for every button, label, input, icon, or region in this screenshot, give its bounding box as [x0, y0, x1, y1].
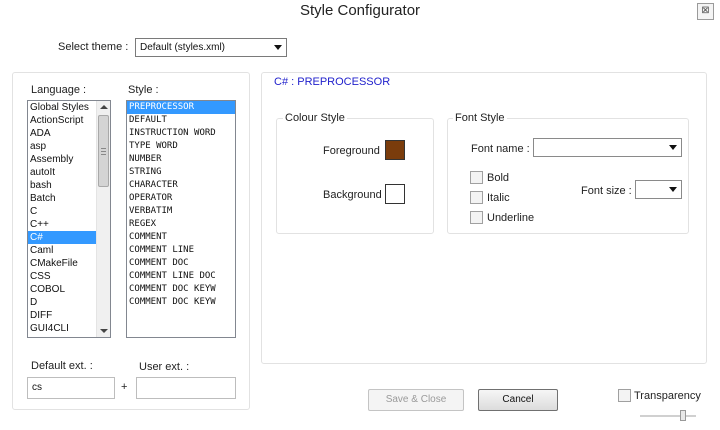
style-list-item[interactable]: PREPROCESSOR	[127, 101, 235, 114]
font-style-title: Font Style	[453, 112, 507, 124]
colour-style-title: Colour Style	[283, 112, 347, 124]
bold-label: Bold	[487, 172, 510, 184]
theme-dropdown-value: Default (styles.xml)	[140, 42, 226, 53]
underline-label: Underline	[487, 212, 535, 224]
select-theme-label: Select theme :	[58, 41, 129, 53]
style-list-item[interactable]: DEFAULT	[127, 114, 235, 127]
style-list[interactable]: PREPROCESSOR DEFAULT INSTRUCTION WORD TYPE …	[126, 100, 236, 338]
window-title: Style Configurator	[299, 2, 421, 19]
scroll-up-icon[interactable]	[100, 105, 108, 109]
italic-label: Italic	[487, 192, 510, 204]
style-list-item[interactable]: NUMBER	[127, 153, 235, 166]
background-color-swatch[interactable]	[385, 184, 405, 204]
user-ext-input[interactable]	[136, 377, 236, 399]
style-list-item[interactable]: COMMENT	[127, 231, 235, 244]
foreground-label: Foreground	[323, 145, 380, 157]
background-label: Background	[323, 189, 382, 201]
style-list-item[interactable]: TYPE WORD	[127, 140, 235, 153]
style-configurator-window: Style Configurator ⊠ Select theme : Defa…	[0, 0, 720, 430]
default-ext-field: cs	[27, 377, 115, 399]
language-label: Language :	[31, 84, 87, 96]
transparency-label: Transparency	[634, 390, 701, 402]
underline-checkbox[interactable]	[470, 211, 483, 224]
style-list-item[interactable]: CHARACTER	[127, 179, 235, 192]
transparency-slider-thumb[interactable]	[680, 410, 686, 421]
style-list-item[interactable]: COMMENT LINE DOC	[127, 270, 235, 283]
chevron-down-icon	[274, 45, 282, 50]
save-close-button[interactable]: Save & Close	[368, 389, 464, 411]
font-name-label: Font name :	[471, 143, 530, 155]
close-icon[interactable]: ⊠	[697, 3, 714, 20]
style-list-item[interactable]: OPERATOR	[127, 192, 235, 205]
style-list-item[interactable]: VERBATIM	[127, 205, 235, 218]
chevron-down-icon	[669, 187, 677, 192]
default-ext-label: Default ext. :	[31, 360, 93, 372]
style-items: PREPROCESSOR DEFAULT INSTRUCTION WORD TYPE …	[127, 101, 235, 309]
font-style-group	[447, 118, 689, 234]
grip-line	[101, 148, 106, 149]
chevron-down-icon	[669, 145, 677, 150]
italic-checkbox[interactable]	[470, 191, 483, 204]
style-list-item[interactable]: COMMENT DOC KEYW	[127, 283, 235, 296]
language-list[interactable]: Global Styles ActionScript ADA asp Assembly a…	[27, 100, 111, 338]
transparency-slider-track[interactable]	[640, 415, 696, 417]
cancel-button[interactable]: Cancel	[478, 389, 558, 411]
language-scrollbar[interactable]	[96, 101, 110, 337]
user-ext-label: User ext. :	[139, 361, 190, 373]
foreground-color-swatch[interactable]	[385, 140, 405, 160]
scroll-thumb[interactable]	[98, 115, 109, 187]
font-size-dropdown[interactable]	[635, 180, 682, 199]
font-name-dropdown[interactable]	[533, 138, 682, 157]
grip-line	[101, 154, 106, 155]
colour-style-group	[276, 118, 434, 234]
style-list-item[interactable]: REGEX	[127, 218, 235, 231]
transparency-checkbox[interactable]	[618, 389, 631, 402]
grip-line	[101, 151, 106, 152]
style-label: Style :	[128, 84, 159, 96]
font-size-label: Font size :	[581, 185, 632, 197]
section-title: C# : PREPROCESSOR	[274, 76, 391, 88]
theme-dropdown[interactable]: Default (styles.xml)	[135, 38, 287, 57]
style-list-item[interactable]: COMMENT LINE	[127, 244, 235, 257]
title-bar: Style Configurator ⊠	[0, 0, 720, 26]
scroll-down-icon[interactable]	[100, 329, 108, 333]
bold-checkbox[interactable]	[470, 171, 483, 184]
style-list-item[interactable]: INSTRUCTION WORD	[127, 127, 235, 140]
plus-sign: +	[121, 381, 128, 393]
style-list-item[interactable]: STRING	[127, 166, 235, 179]
style-list-item[interactable]: COMMENT DOC	[127, 257, 235, 270]
style-list-item[interactable]: COMMENT DOC KEYW	[127, 296, 235, 309]
